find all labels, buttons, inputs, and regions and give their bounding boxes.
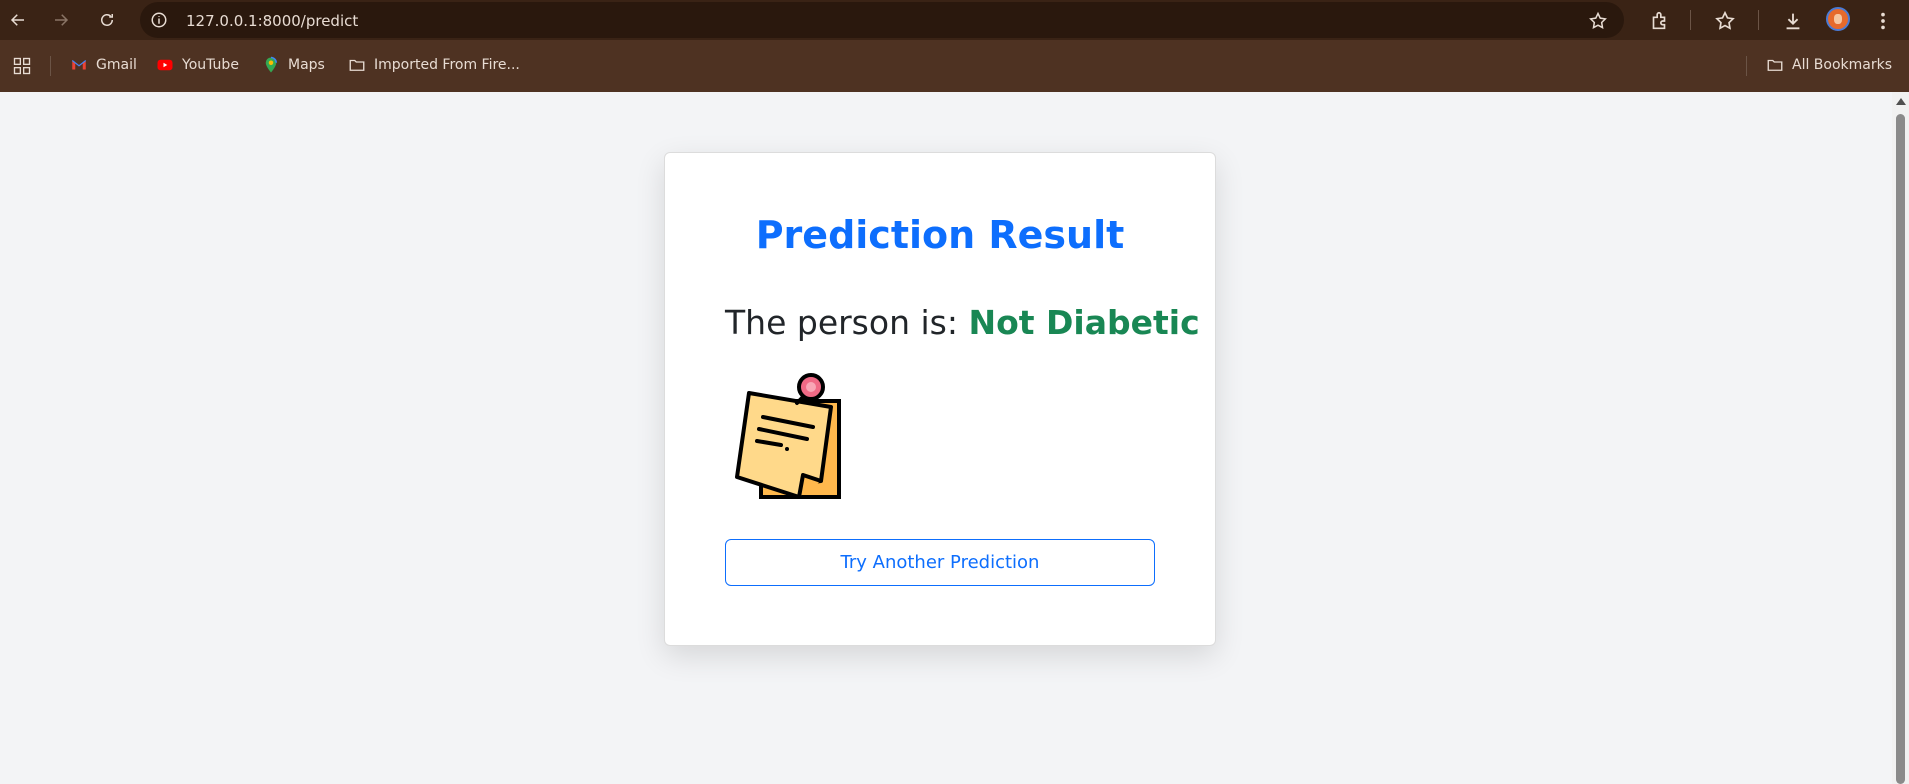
youtube-icon xyxy=(157,59,173,71)
download-icon[interactable] xyxy=(1782,10,1804,32)
bookmarks-separator xyxy=(1746,56,1747,76)
result-card: Prediction Result The person is: Not Dia… xyxy=(664,152,1216,646)
site-info-icon[interactable] xyxy=(150,11,168,29)
bookmark-label: YouTube xyxy=(182,57,239,73)
vertical-scrollbar[interactable] xyxy=(1892,92,1909,784)
page-content: Prediction Result The person is: Not Dia… xyxy=(0,92,1892,784)
bookmarks-bar: Gmail YouTube Maps Imported From Fire...… xyxy=(0,40,1909,92)
bookmark-gmail[interactable]: Gmail xyxy=(70,56,137,74)
bookmark-label: Imported From Fire... xyxy=(374,57,520,73)
bookmark-imported-folder[interactable]: Imported From Fire... xyxy=(348,56,520,74)
prediction-prefix: The person is: xyxy=(725,303,969,342)
browser-toolbar: 127.0.0.1:8000/predict xyxy=(0,0,1909,40)
address-bar[interactable]: 127.0.0.1:8000/predict xyxy=(140,2,1624,38)
profile-avatar[interactable] xyxy=(1826,7,1850,31)
bookmarks-separator xyxy=(50,56,51,76)
bookmark-star-icon[interactable] xyxy=(1588,11,1608,31)
try-another-prediction-button[interactable]: Try Another Prediction xyxy=(725,539,1155,586)
all-bookmarks[interactable]: All Bookmarks xyxy=(1766,56,1892,74)
toolbar-separator xyxy=(1758,10,1759,30)
gmail-icon xyxy=(71,60,87,70)
bookmark-maps[interactable]: Maps xyxy=(262,56,325,74)
reload-icon xyxy=(101,14,113,26)
bookmark-label: Maps xyxy=(288,57,325,73)
arrow-left-icon xyxy=(10,14,24,26)
favorites-icon[interactable] xyxy=(1714,10,1736,32)
prediction-status: Not Diabetic xyxy=(968,303,1200,342)
extensions-icon[interactable] xyxy=(1648,10,1670,32)
arrow-right-icon xyxy=(55,14,69,26)
sticky-note-icon xyxy=(735,373,841,499)
bookmark-youtube[interactable]: YouTube xyxy=(156,56,239,74)
scroll-thumb[interactable] xyxy=(1896,114,1905,784)
bookmark-label: Gmail xyxy=(96,57,137,73)
maps-icon xyxy=(265,56,277,73)
scroll-up-arrow-icon[interactable] xyxy=(1896,98,1906,105)
folder-icon xyxy=(349,59,365,71)
back-button[interactable] xyxy=(7,9,29,31)
toolbar-separator xyxy=(1690,10,1691,30)
apps-grid-icon[interactable] xyxy=(12,56,32,76)
forward-button[interactable] xyxy=(50,9,72,31)
prediction-text: The person is: Not Diabetic xyxy=(725,303,1200,342)
folder-icon xyxy=(1767,59,1783,71)
reload-button[interactable] xyxy=(96,9,118,31)
url-text[interactable]: 127.0.0.1:8000/predict xyxy=(186,12,358,30)
page-title: Prediction Result xyxy=(755,213,1125,257)
menu-icon[interactable] xyxy=(1872,10,1894,32)
all-bookmarks-label: All Bookmarks xyxy=(1792,57,1893,73)
